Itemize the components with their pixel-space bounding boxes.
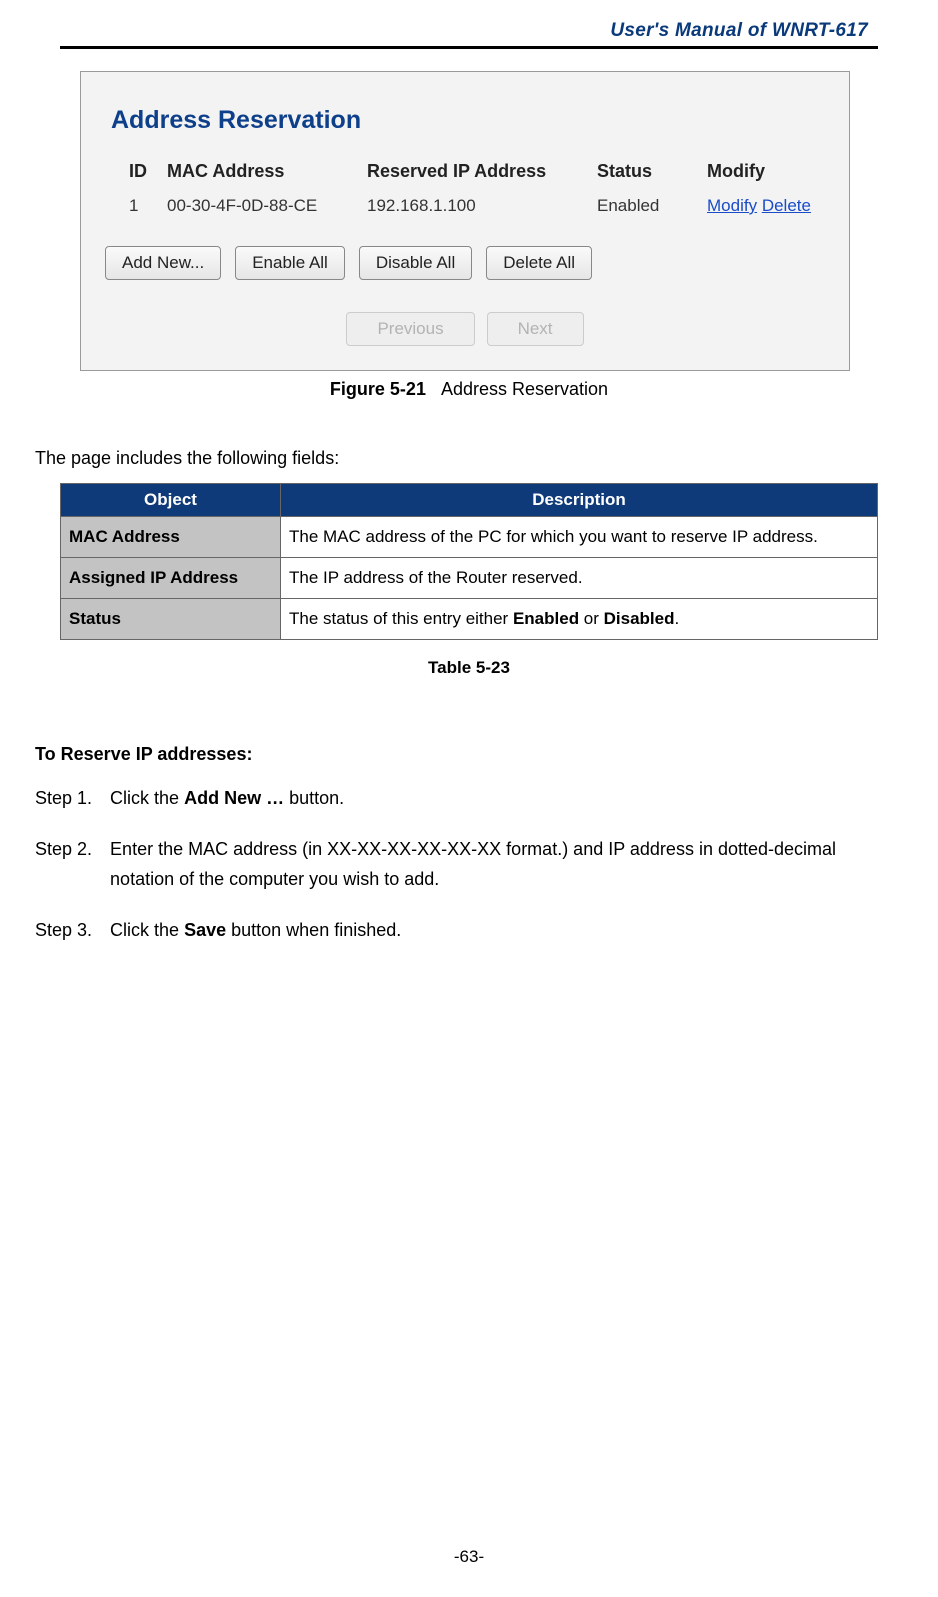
desc-text: The IP address of the Router reserved. (281, 558, 878, 599)
delete-all-button[interactable]: Delete All (486, 246, 592, 280)
intro-text: The page includes the following fields: (35, 448, 878, 469)
figure-title: Address Reservation (441, 379, 608, 399)
desc-row: Assigned IP Address The IP address of th… (61, 558, 878, 599)
desc-object: Status (61, 599, 281, 640)
desc-header-description: Description (281, 484, 878, 517)
desc-row: Status The status of this entry either E… (61, 599, 878, 640)
page: User's Manual of WNRT-617 Address Reserv… (0, 0, 938, 1597)
col-mac: MAC Address (159, 161, 359, 196)
desc-row: MAC Address The MAC address of the PC fo… (61, 517, 878, 558)
cell-status: Enabled (589, 196, 699, 240)
address-reservation-panel: Address Reservation ID MAC Address Reser… (80, 71, 850, 371)
step-2: Step 2. Enter the MAC address (in XX-XX-… (35, 834, 878, 895)
header-divider (60, 46, 878, 49)
step-text: button when finished. (226, 920, 401, 940)
reservation-table: ID MAC Address Reserved IP Address Statu… (99, 161, 831, 240)
description-table: Object Description MAC Address The MAC a… (60, 483, 878, 640)
step-bold: Add New … (184, 788, 284, 808)
step-text: button. (284, 788, 344, 808)
section-heading: To Reserve IP addresses: (35, 744, 878, 765)
cell-mac: 00-30-4F-0D-88-CE (159, 196, 359, 240)
cell-modify: Modify Delete (699, 196, 831, 240)
button-row: Add New... Enable All Disable All Delete… (105, 246, 831, 280)
step-body: Click the Add New … button. (110, 783, 878, 814)
col-status: Status (589, 161, 699, 196)
table-header-row: ID MAC Address Reserved IP Address Statu… (99, 161, 831, 196)
desc-text: The status of this entry either Enabled … (281, 599, 878, 640)
desc-text-part: . (675, 609, 680, 628)
previous-button: Previous (346, 312, 474, 346)
desc-object: MAC Address (61, 517, 281, 558)
desc-header-row: Object Description (61, 484, 878, 517)
figure-number: Figure 5-21 (330, 379, 426, 399)
screenshot-container: Address Reservation ID MAC Address Reser… (80, 71, 858, 400)
nav-row: Previous Next (99, 312, 831, 346)
step-label: Step 2. (35, 834, 110, 895)
disable-all-button[interactable]: Disable All (359, 246, 472, 280)
desc-text-part: The status of this entry either (289, 609, 513, 628)
desc-text: The MAC address of the PC for which you … (281, 517, 878, 558)
step-label: Step 1. (35, 783, 110, 814)
step-3: Step 3. Click the Save button when finis… (35, 915, 878, 946)
cell-ip: 192.168.1.100 (359, 196, 589, 240)
col-id: ID (99, 161, 159, 196)
modify-link[interactable]: Modify (707, 196, 757, 215)
figure-caption: Figure 5-21 Address Reservation (80, 379, 858, 400)
desc-bold: Disabled (604, 609, 675, 628)
step-text: Click the (110, 788, 184, 808)
add-new-button[interactable]: Add New... (105, 246, 221, 280)
step-bold: Save (184, 920, 226, 940)
panel-title: Address Reservation (111, 106, 831, 135)
step-text: Click the (110, 920, 184, 940)
step-label: Step 3. (35, 915, 110, 946)
step-1: Step 1. Click the Add New … button. (35, 783, 878, 814)
desc-object: Assigned IP Address (61, 558, 281, 599)
table-caption: Table 5-23 (60, 658, 878, 678)
page-number: -63- (0, 1547, 938, 1567)
step-body: Enter the MAC address (in XX-XX-XX-XX-XX… (110, 834, 878, 895)
step-body: Click the Save button when finished. (110, 915, 878, 946)
desc-bold: Enabled (513, 609, 579, 628)
col-modify: Modify (699, 161, 831, 196)
table-row: 1 00-30-4F-0D-88-CE 192.168.1.100 Enable… (99, 196, 831, 240)
next-button: Next (487, 312, 584, 346)
delete-link[interactable]: Delete (762, 196, 811, 215)
document-header-title: User's Manual of WNRT-617 (60, 20, 878, 42)
cell-id: 1 (99, 196, 159, 240)
desc-text-part: or (579, 609, 604, 628)
desc-header-object: Object (61, 484, 281, 517)
col-ip: Reserved IP Address (359, 161, 589, 196)
enable-all-button[interactable]: Enable All (235, 246, 345, 280)
